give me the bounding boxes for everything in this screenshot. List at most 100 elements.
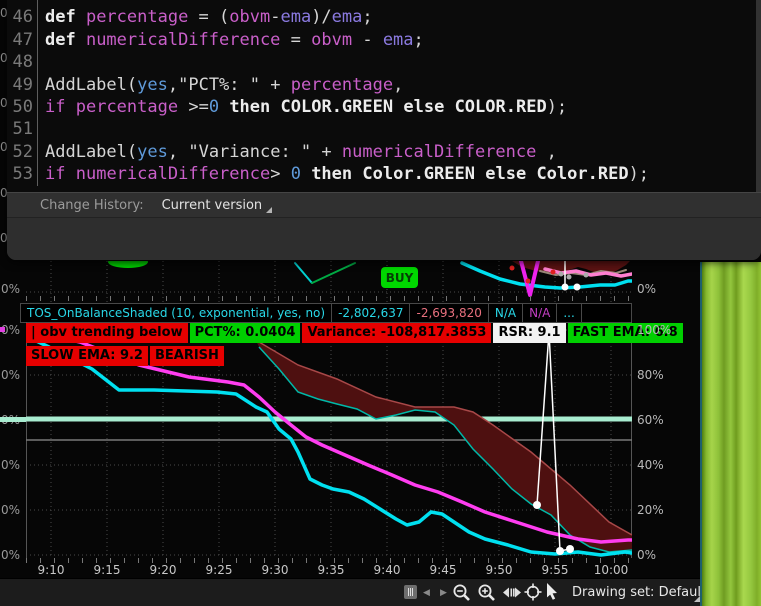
white-marker-dots [566,545,574,553]
cursor-arrow-icon[interactable] [544,582,560,601]
code-text [38,118,45,140]
upper-axis-ticks [26,296,632,301]
code-text: AddLabel(yes, "Variance: " + numericalDi… [38,141,557,163]
axis-label-fragment: 0% [1,368,20,382]
editor-scrollbar[interactable] [756,0,761,192]
time-tick-label: 9:55 [533,563,577,577]
line-number: 50 [7,96,38,118]
code-text: if percentage >=0 then COLOR.GREEN else … [38,96,567,118]
upper-axis-0pct: 0% [637,282,656,296]
axis-label-fragment: 0% [1,458,20,472]
code-line[interactable]: 50if percentage >=0 then COLOR.GREEN els… [7,96,761,118]
line-number: 51 [7,118,38,140]
line-number: 53 [7,163,38,185]
code-text: def percentage = (obvm-ema)/ema; [38,6,373,28]
study-header-spacer [582,304,631,322]
study-value: N/A [523,304,557,322]
white-marker-dots [533,501,541,509]
scroll-left-icon[interactable]: ◀ [423,586,430,600]
signal-v-right [312,263,355,283]
status-chip: | obv trending below [26,323,188,343]
time-tick-label: 9:30 [253,563,297,577]
code-editor[interactable]: 4546def percentage = (obvm-ema)/ema;47de… [7,0,761,192]
code-line[interactable]: 52AddLabel(yes, "Variance: " + numerical… [7,141,761,163]
tos-platform-window: { "editor": { "partial_top_line_num": "4… [0,0,761,606]
time-tick-label: 10:00 [589,563,633,577]
y-axis-label: 20% [637,503,664,517]
status-chip-row-1: | obv trending belowPCT%: 0.0404Variance… [26,323,683,343]
code-line[interactable]: 48 [7,51,761,73]
axis-label-fragment: 0% [1,503,20,517]
status-chip: BEARISH [150,346,224,366]
change-history-dropdown-icon[interactable] [266,207,272,213]
white-dots [562,284,569,291]
gray-dots [584,273,589,278]
time-tick-label: 9:35 [309,563,353,577]
left-pane-line-fragment [0,327,5,332]
left-pane-level-line [0,417,26,422]
change-history-bar: Change History: Current version [7,192,761,218]
script-editor-dialog: 4546def percentage = (obvm-ema)/ema;47de… [7,0,761,260]
study-value: N/A [489,304,523,322]
time-tick-label: 9:50 [477,563,521,577]
signal-v-left [295,263,312,283]
study-value: ... [557,304,581,322]
crosshair-icon[interactable] [524,583,542,601]
change-history-panel [7,218,761,260]
study-title[interactable]: TOS_OnBalanceShaded (10, exponential, ye… [21,304,332,322]
code-line[interactable]: 46def percentage = (obvm-ema)/ema; [7,6,761,28]
code-text: if numericalDifference> 0 then Color.GRE… [38,163,649,185]
code-line[interactable]: 47def numericalDifference = obvm - ema; [7,29,761,51]
time-tick-label: 9:10 [29,563,73,577]
code-text: def numericalDifference = obvm - ema; [38,29,424,51]
study-value: -2,693,820 [410,304,488,322]
status-chip: SLOW EMA: 9.2 [26,346,148,366]
y-axis-label: 0% [637,548,656,562]
study-value: -2,802,637 [332,304,410,322]
time-tick-label: 9:40 [365,563,409,577]
code-line[interactable]: 49AddLabel(yes,"PCT%: " + percentage, [7,74,761,96]
status-chip: RSR: 9.1 [493,323,565,343]
axis-label-fragment: 0% [1,548,20,562]
code-text [38,51,45,73]
change-history-value[interactable]: Current version [162,198,263,213]
scroll-right-icon[interactable]: ▶ [440,586,447,600]
line-number: 49 [7,74,38,96]
time-tick-label: 9:45 [421,563,465,577]
code-line[interactable]: 53if numericalDifference> 0 then Color.G… [7,163,761,185]
red-dots [510,266,515,271]
y-axis-label: 100% [637,323,671,337]
line-number: 52 [7,141,38,163]
status-chip: PCT%: 0.0404 [190,323,301,343]
code-line[interactable]: 51 [7,118,761,140]
time-tick-label: 9:25 [197,563,241,577]
red-dots [551,270,556,275]
zoom-out-icon[interactable] [452,583,472,603]
pan-horizontal-icon[interactable] [503,586,521,599]
status-chip-row-2: SLOW EMA: 9.2BEARISH [26,346,224,366]
axis-label-fragment: 0% [1,282,20,296]
gray-dots [567,275,572,280]
green-marker [108,261,148,268]
status-chip: Variance: -108,817.3853 [302,323,491,343]
line-number: 46 [7,6,38,28]
gray-dots [559,272,564,277]
code-text: AddLabel(yes,"PCT%: " + percentage, [38,74,403,96]
buy-signal-badge: BUY [381,267,418,288]
time-tick-label: 9:15 [85,563,129,577]
green-gradient-stripe [700,262,761,606]
zoom-in-icon[interactable] [477,583,497,603]
line-number: 48 [7,51,38,73]
time-tick-label: 9:20 [141,563,185,577]
y-axis-label: 60% [637,413,664,427]
drawing-set-selector[interactable]: Drawing set: Default [572,585,706,600]
study-header-row[interactable]: TOS_OnBalanceShaded (10, exponential, ye… [20,303,632,323]
scroll-grip-icon[interactable] [404,585,417,599]
white-dots [574,284,581,291]
y-axis-label: 80% [637,368,664,382]
red-dots [526,279,531,284]
change-history-label: Change History: [40,198,144,213]
line-number: 47 [7,29,38,51]
white-marker-dots [556,547,564,555]
y-axis-label: 40% [637,458,664,472]
